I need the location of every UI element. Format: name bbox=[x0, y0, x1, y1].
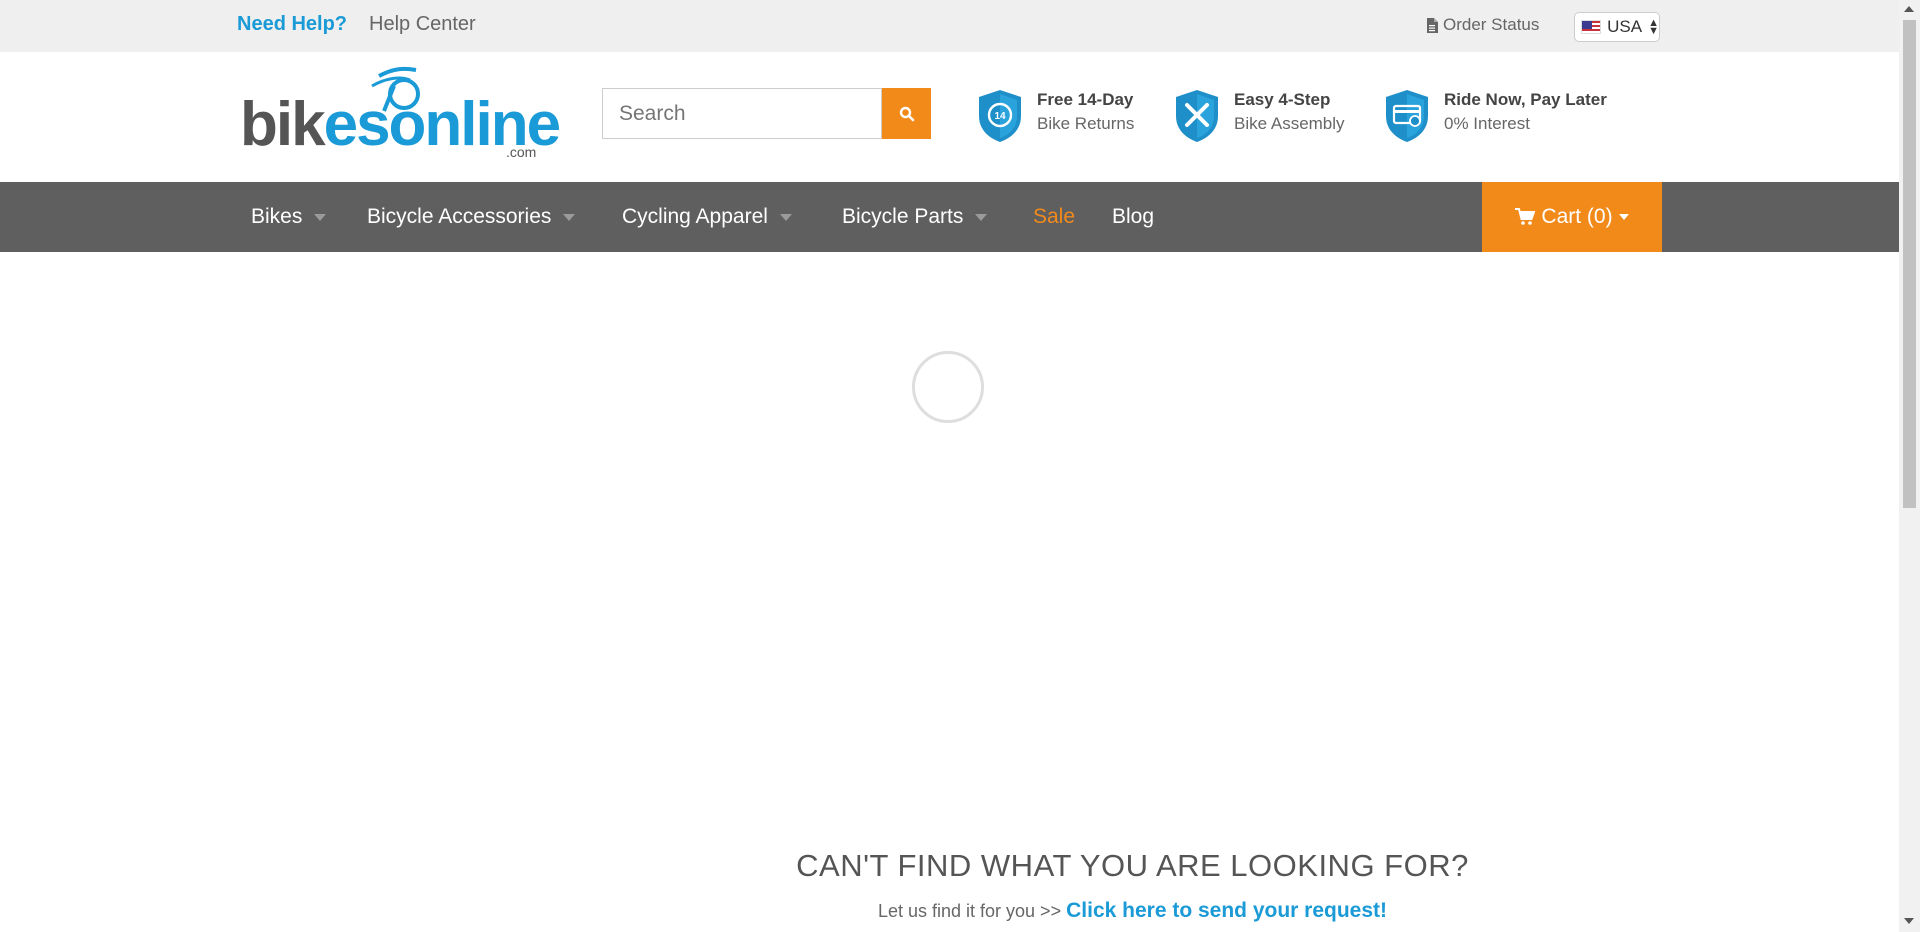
loading-spinner bbox=[912, 351, 984, 423]
nav-label: Cycling Apparel bbox=[622, 205, 768, 228]
nav-item-blog[interactable]: Blog bbox=[1112, 182, 1154, 252]
feature-returns-subtitle: Bike Returns bbox=[1037, 114, 1135, 133]
send-request-link[interactable]: Click here to send your request! bbox=[1066, 899, 1387, 922]
nav-label: Blog bbox=[1112, 205, 1155, 228]
nav-item-bikes[interactable]: Bikes bbox=[251, 182, 327, 252]
search-button[interactable] bbox=[882, 88, 931, 139]
country-selector[interactable]: USA ▲ ▼ bbox=[1574, 12, 1660, 42]
feature-assembly-subtitle: Bike Assembly bbox=[1234, 114, 1345, 133]
nav-item-bicycle-parts[interactable]: Bicycle Parts bbox=[842, 182, 988, 252]
scroll-up-arrow-icon[interactable] bbox=[1904, 6, 1914, 12]
cart-label: Cart (0) bbox=[1541, 205, 1613, 228]
scroll-down-arrow-icon[interactable] bbox=[1904, 918, 1914, 924]
shopping-cart-icon bbox=[1515, 208, 1536, 225]
nav-label: Sale bbox=[1033, 205, 1076, 228]
scrollbar-thumb[interactable] bbox=[1903, 20, 1916, 508]
caret-down-icon bbox=[975, 213, 988, 221]
nav-label: Bicycle Accessories bbox=[367, 205, 552, 228]
country-label: USA bbox=[1607, 17, 1643, 36]
nav-item-bicycle-accessories[interactable]: Bicycle Accessories bbox=[367, 182, 576, 252]
nav-item-sale[interactable]: Sale bbox=[1033, 182, 1075, 252]
svg-text:14: 14 bbox=[994, 111, 1006, 122]
feature-returns[interactable]: 14 Free 14-Day Bike Returns bbox=[975, 88, 1134, 144]
main-navigation: Bikes Bicycle Accessories Cycling Appare… bbox=[0, 182, 1899, 252]
card-shield-icon bbox=[1386, 90, 1428, 142]
order-status-label: Order Status bbox=[1443, 15, 1540, 34]
search-icon bbox=[899, 106, 914, 121]
top-utility-bar: Need Help? Help Center Order Status USA … bbox=[0, 0, 1899, 52]
returns-shield-icon: 14 bbox=[979, 90, 1021, 142]
vertical-scrollbar[interactable] bbox=[1899, 0, 1920, 932]
cart-button[interactable]: Cart (0) bbox=[1482, 182, 1662, 252]
nav-label: Bicycle Parts bbox=[842, 205, 964, 228]
feature-returns-title: Free 14-Day bbox=[1037, 90, 1134, 109]
us-flag-icon bbox=[1581, 20, 1602, 34]
caret-down-icon bbox=[563, 213, 576, 221]
sort-arrows-icon: ▲ ▼ bbox=[1648, 17, 1659, 37]
help-center-link[interactable]: Help Center bbox=[369, 13, 476, 36]
order-status-link[interactable]: Order Status bbox=[1426, 15, 1539, 35]
logo-dotcom: .com bbox=[506, 144, 537, 160]
tools-shield-icon bbox=[1176, 90, 1218, 142]
page: Need Help? Help Center Order Status USA … bbox=[0, 0, 1899, 932]
request-lead-text: Let us find it for you >> bbox=[877, 901, 1062, 921]
caret-down-icon bbox=[1618, 214, 1629, 220]
nav-item-cycling-apparel[interactable]: Cycling Apparel bbox=[622, 182, 792, 252]
caret-down-icon bbox=[314, 213, 327, 221]
request-prompt: Let us find it for you >> Click here to … bbox=[0, 899, 1920, 923]
nav-label: Bikes bbox=[251, 205, 303, 228]
feature-assembly[interactable]: Easy 4-Step Bike Assembly bbox=[1172, 88, 1345, 144]
feature-finance[interactable]: Ride Now, Pay Later 0% Interest bbox=[1382, 88, 1607, 144]
feature-finance-title: Ride Now, Pay Later bbox=[1444, 90, 1607, 109]
logo-part-bik: bik bbox=[240, 90, 326, 159]
need-help-label: Need Help? bbox=[237, 13, 348, 35]
feature-assembly-title: Easy 4-Step bbox=[1234, 90, 1331, 109]
feature-finance-subtitle: 0% Interest bbox=[1444, 114, 1530, 133]
caret-down-icon bbox=[779, 213, 792, 221]
document-icon bbox=[1427, 17, 1438, 33]
bikesonline-logo[interactable]: bikesonline .com bbox=[240, 66, 561, 162]
search-input[interactable] bbox=[602, 88, 882, 139]
cant-find-heading: CAN'T FIND WHAT YOU ARE LOOKING FOR? bbox=[796, 848, 1469, 883]
